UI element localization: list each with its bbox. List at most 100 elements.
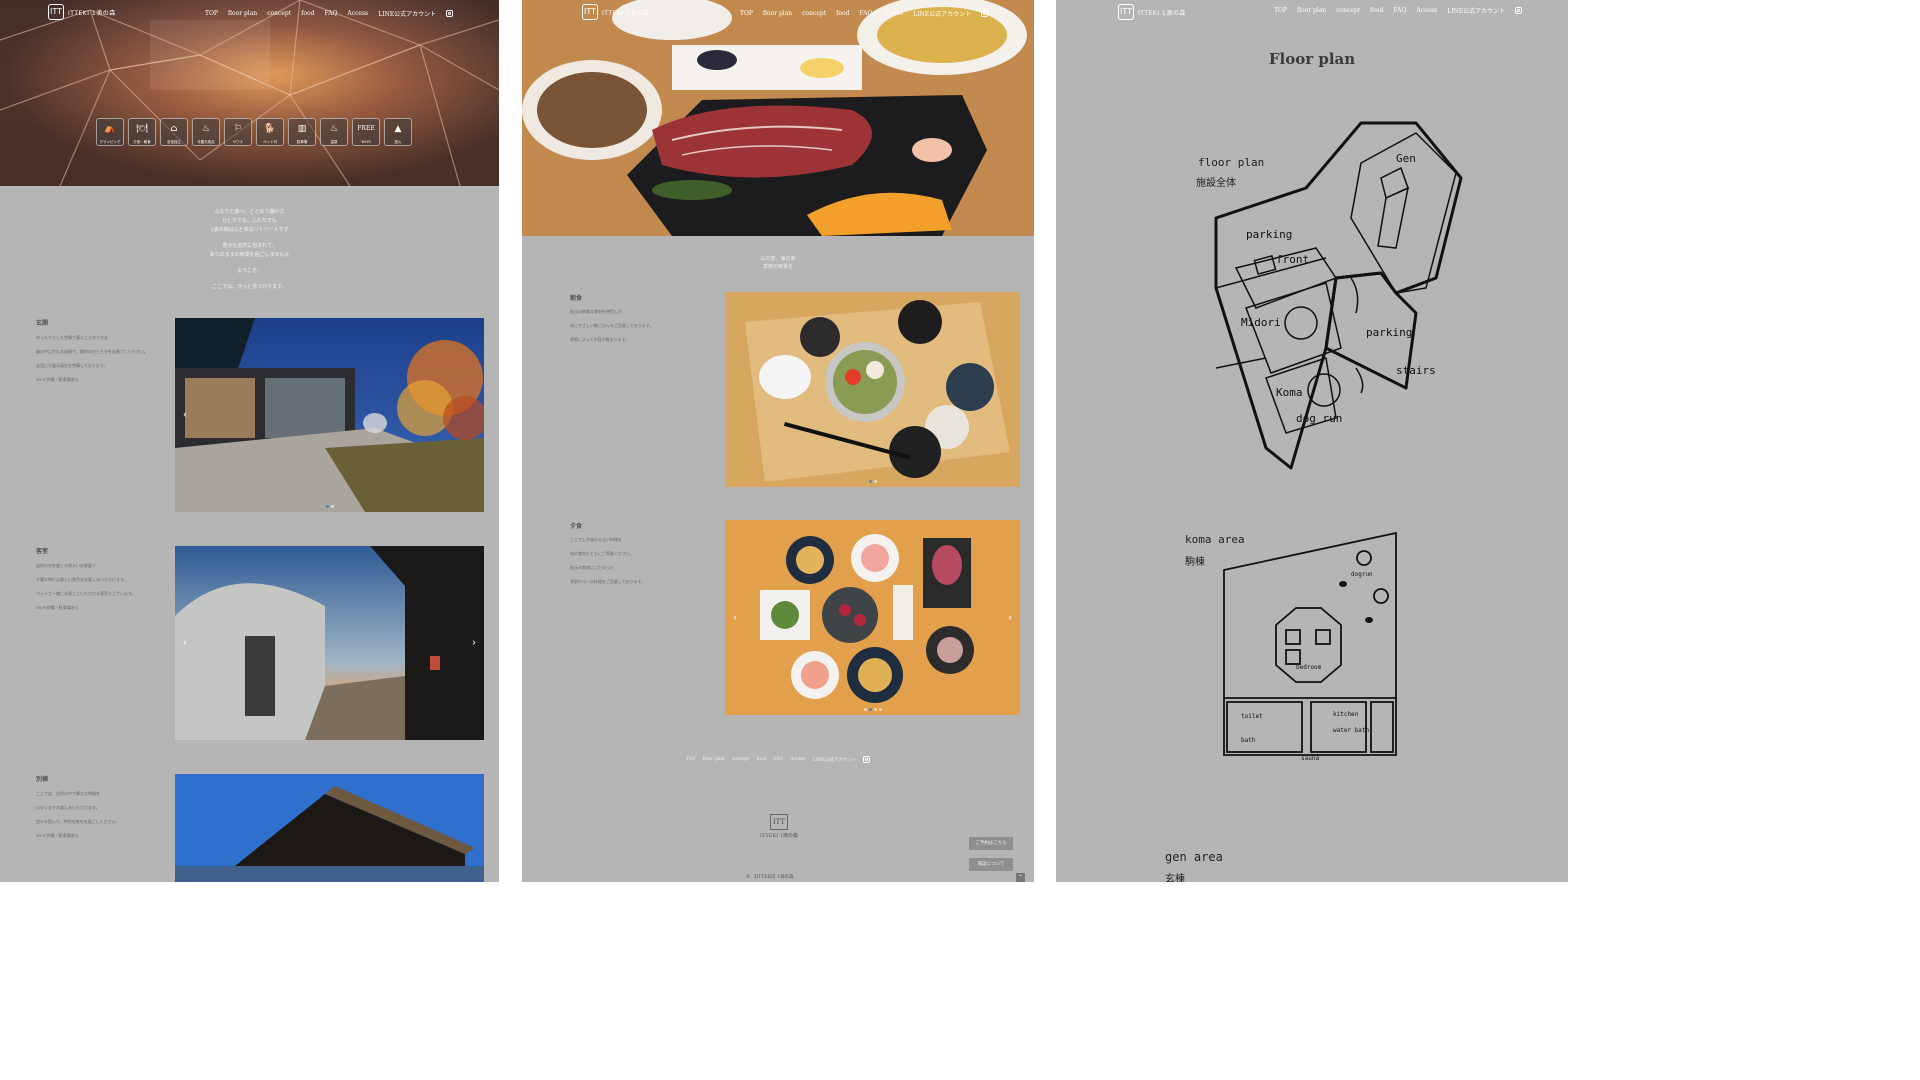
nav-concept[interactable]: concept [802, 10, 826, 17]
carousel-prev-icon[interactable]: ‹ [733, 612, 737, 623]
floor-plan-label: floor plan [1198, 156, 1265, 169]
amenity-bath-icon: ♨ 半露天風呂 [192, 118, 220, 146]
breakfast-photo-carousel[interactable] [725, 292, 1020, 487]
room-photo-carousel[interactable] [175, 774, 484, 882]
nav-top[interactable]: TOP [205, 10, 218, 17]
nav-access[interactable]: Access [1416, 7, 1437, 14]
dinner-photo-carousel[interactable]: ‹ › [725, 520, 1020, 715]
amenity-icons: ⛺ グランピング 🍽 夕食・朝食 ⌂ 全室独立 ♨ 半露天風呂 ⚐ サウナ 🐕 ペット可 ▥… [96, 118, 412, 146]
food-tagline: 山の恵、海の幸 季節の味覚を [760, 256, 796, 270]
nav-floor-plan[interactable]: floor plan [763, 10, 792, 17]
carousel-dot[interactable] [868, 480, 872, 483]
footer-link-line[interactable]: LINE公式アカウント [813, 757, 857, 763]
site-logo[interactable]: ITT ITTEKI 1滴の森 [48, 4, 116, 20]
amenity-pet-icon: 🐕 ペット可 [256, 118, 284, 146]
instagram-icon[interactable] [981, 10, 989, 17]
section-body: ここでは、自然の中で静かな時間を 心ゆくまでお楽しみいただけます。 焚火を囲んで… [36, 791, 120, 838]
back-to-top-icon[interactable]: ⌃ [1016, 873, 1025, 882]
koma-area-drawing: dogrun bedroom toilet kitchen water bath… [1223, 531, 1397, 762]
amenity-sauna-icon: ⚐ サウナ [224, 118, 252, 146]
logo-mark: ITT [1118, 4, 1134, 20]
nav-floor-plan[interactable]: floor plan [1297, 7, 1326, 14]
copyright: © 【ITTEKI】1滴の森 [746, 875, 794, 880]
carousel-dot[interactable] [863, 708, 867, 711]
carousel-dot[interactable] [878, 708, 882, 711]
amenity-onsen-icon: ♨ 温泉 [320, 118, 348, 146]
site-logo[interactable]: ITT ITTEKI 1滴の森 [582, 4, 650, 20]
carousel-dot[interactable] [330, 505, 334, 508]
logo-mark: ITT [582, 4, 598, 20]
intro-text: ふらりと森へ、ととのう静けさ ひとりでも、ふたりでも 1滴の森は心と体のリトリートで… [209, 209, 290, 290]
nav-faq[interactable]: FAQ [324, 10, 337, 17]
room-photo-carousel[interactable]: ‹ [175, 318, 484, 512]
section-title: 客室 [36, 548, 49, 555]
logo-text: ITTEKI 1滴の森 [602, 9, 650, 17]
koma-room-toilet: toilet [1241, 713, 1263, 720]
page-panel-floor-plan: ITT ITTEKI 1滴の森 TOP floor plan concept f… [1056, 0, 1568, 882]
fp-label-stairs: stairs [1396, 364, 1436, 377]
nav-access[interactable]: Access [882, 10, 903, 17]
meal-title: 夕食 [570, 523, 583, 530]
footer-link-access[interactable]: Access [790, 757, 806, 762]
nav-food[interactable]: food [301, 10, 314, 17]
fp-label-parking-2: parking [1366, 326, 1412, 339]
koma-room-bath: bath [1241, 737, 1256, 744]
top-nav: ITT ITTEKI 1滴の森 TOP floor plan concept f… [1056, 0, 1568, 24]
dinner-spread-image [725, 520, 1020, 715]
carousel-dot[interactable] [873, 708, 877, 711]
footer-link-top[interactable]: TOP [686, 757, 696, 762]
nav-food[interactable]: food [836, 10, 849, 17]
nav-top[interactable]: TOP [1274, 7, 1287, 14]
logo-mark: ITT [48, 4, 64, 20]
page-panel-food: ITT ITTEKI 1滴の森 TOP floor plan concept f… [522, 0, 1034, 882]
nav-floor-plan[interactable]: floor plan [228, 10, 257, 17]
breakfast-tray-image [725, 292, 1020, 487]
footer-link-faq[interactable]: FAQ [774, 757, 784, 762]
footer-link-floor-plan[interactable]: floor plan [703, 757, 725, 762]
section-title: 玄関 [36, 320, 49, 327]
nav-access[interactable]: Access [347, 10, 368, 17]
footer-logo-text: ITTEKI 1滴の森 [760, 833, 798, 839]
nav-line[interactable]: LINE公式アカウント [913, 9, 971, 18]
carousel-dot[interactable] [873, 480, 877, 483]
steak-dinner-image [522, 0, 1034, 236]
instagram-icon[interactable] [446, 10, 454, 17]
nav-top[interactable]: TOP [740, 10, 753, 17]
nav-faq[interactable]: FAQ [859, 10, 872, 17]
logo-text: ITTEKI 1滴の森 [1138, 9, 1186, 17]
koma-room-bedroom: bedroom [1296, 664, 1322, 671]
footer-link-concept[interactable]: concept [732, 757, 750, 762]
nav-food[interactable]: food [1370, 7, 1383, 14]
koma-room-water-bath: water bath [1333, 727, 1370, 734]
instagram-icon[interactable] [863, 756, 871, 763]
reservation-button[interactable]: ご予約はこちら [969, 837, 1013, 850]
carousel-dot[interactable] [868, 708, 872, 711]
dome-frame-graphic [0, 0, 499, 186]
carousel-prev-icon[interactable]: ‹ [183, 638, 187, 649]
koma-area-sublabel: 駒棟 [1185, 557, 1205, 568]
nav-line[interactable]: LINE公式アカウント [378, 9, 436, 18]
carousel-dots [863, 708, 882, 711]
site-logo[interactable]: ITT ITTEKI 1滴の森 [1118, 4, 1186, 20]
nav-faq[interactable]: FAQ [1393, 7, 1406, 14]
hero-dome-image: ITT ITTEKI 1滴の森 TOP floor plan concept f… [0, 0, 499, 186]
carousel-prev-icon[interactable]: ‹ [183, 410, 187, 421]
nav-line[interactable]: LINE公式アカウント [1447, 6, 1505, 15]
carousel-dots [325, 505, 334, 508]
carousel-dot[interactable] [325, 505, 329, 508]
page-title: Floor plan [1268, 50, 1356, 68]
carousel-next-icon[interactable]: › [1008, 612, 1012, 623]
instagram-icon[interactable] [1515, 7, 1523, 14]
footer-link-food[interactable]: food [757, 757, 767, 762]
nav-concept[interactable]: concept [1336, 7, 1360, 14]
facility-info-button[interactable]: 施設について [969, 858, 1013, 871]
amenity-house-icon: ⌂ 全室独立 [160, 118, 188, 146]
koma-room-kitchen: kitchen [1333, 711, 1359, 718]
amenity-glamping-icon: ⛺ グランピング [96, 118, 124, 146]
floor-plan-sublabel: 施設全体 [1196, 178, 1236, 189]
carousel-next-icon[interactable]: › [472, 638, 476, 649]
room-photo-carousel[interactable]: ‹ › [175, 546, 484, 740]
dusk-dome-image [175, 546, 484, 740]
nav-concept[interactable]: concept [267, 10, 291, 17]
footer-logo[interactable]: ITT ITTEKI 1滴の森 [760, 814, 798, 839]
